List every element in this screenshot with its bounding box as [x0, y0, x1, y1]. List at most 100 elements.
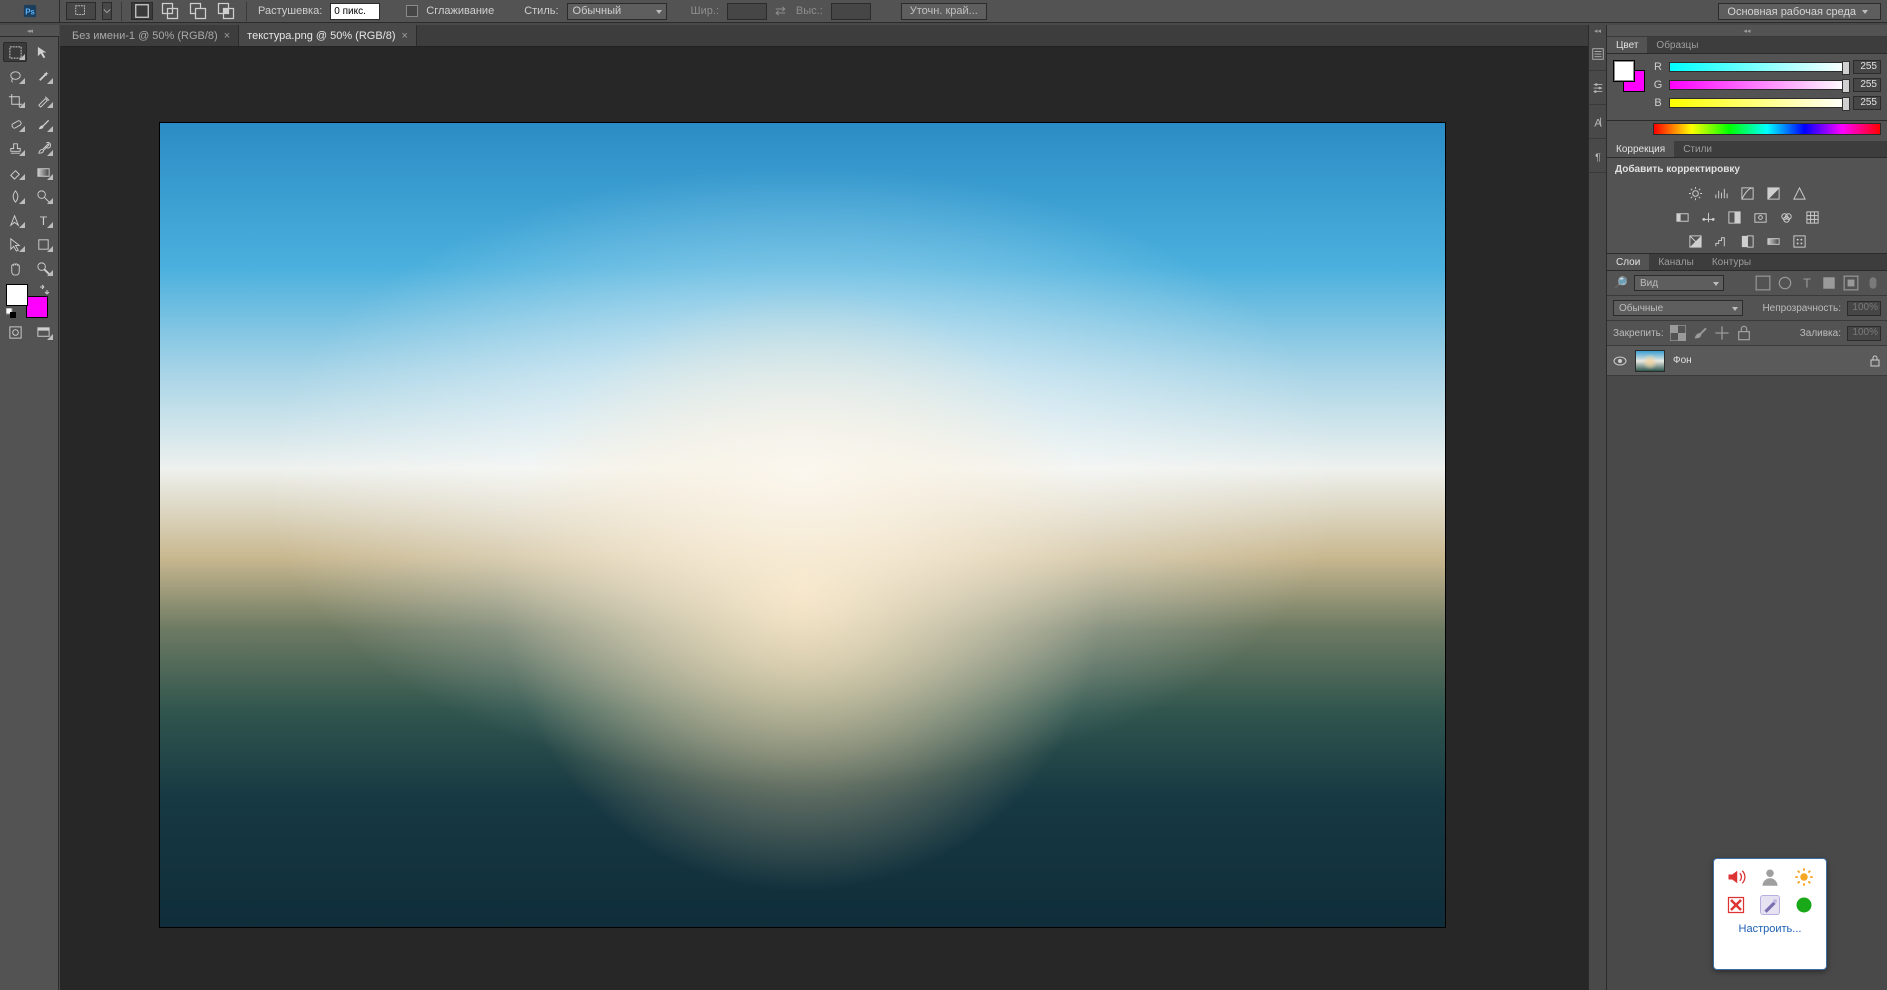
g-slider[interactable]	[1669, 80, 1847, 90]
lock-pixels-icon[interactable]	[1692, 325, 1708, 341]
styles-tab[interactable]: Стили	[1674, 141, 1721, 157]
type-tool-icon[interactable]: T	[31, 210, 55, 230]
brush-tool-icon[interactable]	[31, 114, 55, 134]
channelmixer-adj-icon[interactable]	[1777, 208, 1795, 226]
gradient-tool-icon[interactable]	[31, 162, 55, 182]
feather-input[interactable]: 0 пикс.	[330, 3, 380, 20]
volume-tray-icon[interactable]	[1726, 867, 1746, 887]
intersect-selection-icon[interactable]	[215, 2, 237, 20]
swap-colors-icon[interactable]	[38, 284, 50, 296]
filter-pixel-icon[interactable]	[1755, 275, 1771, 291]
workspace-switcher-button[interactable]: Основная рабочая среда	[1718, 3, 1881, 20]
layers-tab[interactable]: Слои	[1607, 254, 1649, 270]
swatches-tab[interactable]: Образцы	[1647, 37, 1707, 53]
brightness-adj-icon[interactable]	[1686, 184, 1704, 202]
curves-adj-icon[interactable]	[1738, 184, 1756, 202]
r-slider[interactable]	[1669, 62, 1847, 72]
document-tab[interactable]: текстура.png @ 50% (RGB/8) ×	[239, 25, 417, 46]
default-colors-icon[interactable]	[6, 308, 16, 318]
filter-shape-icon[interactable]	[1821, 275, 1837, 291]
vibrance-adj-icon[interactable]	[1790, 184, 1808, 202]
character-panel-icon[interactable]: A	[1589, 105, 1607, 139]
adjustments-tab[interactable]: Коррекция	[1607, 141, 1674, 157]
foreground-color-swatch[interactable]	[6, 284, 28, 306]
status-tray-icon[interactable]	[1794, 895, 1814, 915]
g-value-input[interactable]: 255	[1853, 78, 1881, 92]
photofilter-adj-icon[interactable]	[1751, 208, 1769, 226]
r-value-input[interactable]: 255	[1853, 60, 1881, 74]
style-select[interactable]: Обычный	[567, 3, 667, 20]
healing-tool-icon[interactable]	[3, 114, 27, 134]
history-brush-tool-icon[interactable]	[31, 138, 55, 158]
dock-collapse-handle[interactable]: ◂◂	[1589, 25, 1606, 37]
layer-filter-select[interactable]: Вид	[1634, 275, 1724, 291]
sun-tray-icon[interactable]	[1794, 867, 1814, 887]
screenmode-tool-icon[interactable]	[31, 322, 55, 342]
tool-preset-dropdown[interactable]	[102, 2, 112, 20]
background-color-swatch[interactable]	[26, 296, 48, 318]
refine-edge-button[interactable]: Уточн. край...	[901, 3, 987, 20]
lock-position-icon[interactable]	[1714, 325, 1730, 341]
eraser-tool-icon[interactable]	[3, 162, 27, 182]
blend-mode-select[interactable]: Обычные	[1613, 300, 1743, 316]
new-selection-icon[interactable]	[131, 2, 153, 20]
paths-tab[interactable]: Контуры	[1703, 254, 1760, 270]
blur-tool-icon[interactable]	[3, 186, 27, 206]
tools-collapse-handle[interactable]: ◂◂	[0, 25, 59, 37]
dodge-tool-icon[interactable]	[31, 186, 55, 206]
fill-input[interactable]: 100%	[1847, 326, 1881, 341]
lasso-tool-icon[interactable]	[3, 66, 27, 86]
tray-configure-link[interactable]: Настроить...	[1739, 923, 1802, 935]
lock-icon[interactable]	[1869, 355, 1881, 367]
marquee-tool-icon[interactable]	[3, 42, 27, 62]
filter-type-icon[interactable]: T	[1799, 275, 1815, 291]
panel-fg-swatch[interactable]	[1613, 60, 1635, 82]
lock-all-icon[interactable]	[1736, 325, 1752, 341]
lock-transparency-icon[interactable]	[1670, 325, 1686, 341]
right-collapse-handle[interactable]: ◂◂	[1607, 25, 1887, 37]
pen-tray-icon[interactable]	[1760, 895, 1780, 915]
b-value-input[interactable]: 255	[1853, 96, 1881, 110]
b-slider[interactable]	[1669, 98, 1847, 108]
visibility-toggle-icon[interactable]	[1613, 354, 1627, 368]
move-tool-icon[interactable]	[31, 42, 55, 62]
exposure-adj-icon[interactable]	[1764, 184, 1782, 202]
subtract-selection-icon[interactable]	[187, 2, 209, 20]
levels-adj-icon[interactable]	[1712, 184, 1730, 202]
eyedropper-tool-icon[interactable]	[31, 90, 55, 110]
antialias-checkbox[interactable]	[406, 5, 418, 17]
hue-adj-icon[interactable]	[1673, 208, 1691, 226]
path-select-tool-icon[interactable]	[3, 234, 27, 254]
color-tab[interactable]: Цвет	[1607, 37, 1647, 53]
hand-tool-icon[interactable]	[3, 258, 27, 278]
hue-ramp[interactable]	[1653, 123, 1881, 135]
opacity-input[interactable]: 100%	[1847, 301, 1881, 316]
bw-adj-icon[interactable]	[1725, 208, 1743, 226]
threshold-adj-icon[interactable]	[1738, 232, 1756, 250]
layer-name-label[interactable]: Фон	[1673, 355, 1861, 366]
close-tab-icon[interactable]: ×	[402, 30, 408, 42]
layer-thumbnail[interactable]	[1635, 350, 1665, 372]
filter-smart-icon[interactable]	[1843, 275, 1859, 291]
quickmask-tool-icon[interactable]	[3, 322, 27, 342]
filter-toggle-switch[interactable]	[1865, 275, 1881, 291]
pen-tool-icon[interactable]	[3, 210, 27, 230]
colorlookup-adj-icon[interactable]	[1803, 208, 1821, 226]
history-panel-icon[interactable]	[1589, 37, 1607, 71]
posterize-adj-icon[interactable]	[1712, 232, 1730, 250]
wand-tool-icon[interactable]	[31, 66, 55, 86]
paragraph-panel-icon[interactable]: ¶	[1589, 139, 1607, 173]
zoom-tool-icon[interactable]	[31, 258, 55, 278]
selectivecolor-adj-icon[interactable]	[1790, 232, 1808, 250]
color-swatch-control[interactable]	[6, 284, 50, 318]
shield-tray-icon[interactable]	[1726, 895, 1746, 915]
add-selection-icon[interactable]	[159, 2, 181, 20]
colorbalance-adj-icon[interactable]	[1699, 208, 1717, 226]
gradientmap-adj-icon[interactable]	[1764, 232, 1782, 250]
close-tab-icon[interactable]: ×	[224, 30, 230, 42]
properties-panel-icon[interactable]	[1589, 71, 1607, 105]
document-tab[interactable]: Без имени-1 @ 50% (RGB/8) ×	[64, 25, 239, 46]
filter-adjust-icon[interactable]	[1777, 275, 1793, 291]
invert-adj-icon[interactable]	[1686, 232, 1704, 250]
stamp-tool-icon[interactable]	[3, 138, 27, 158]
